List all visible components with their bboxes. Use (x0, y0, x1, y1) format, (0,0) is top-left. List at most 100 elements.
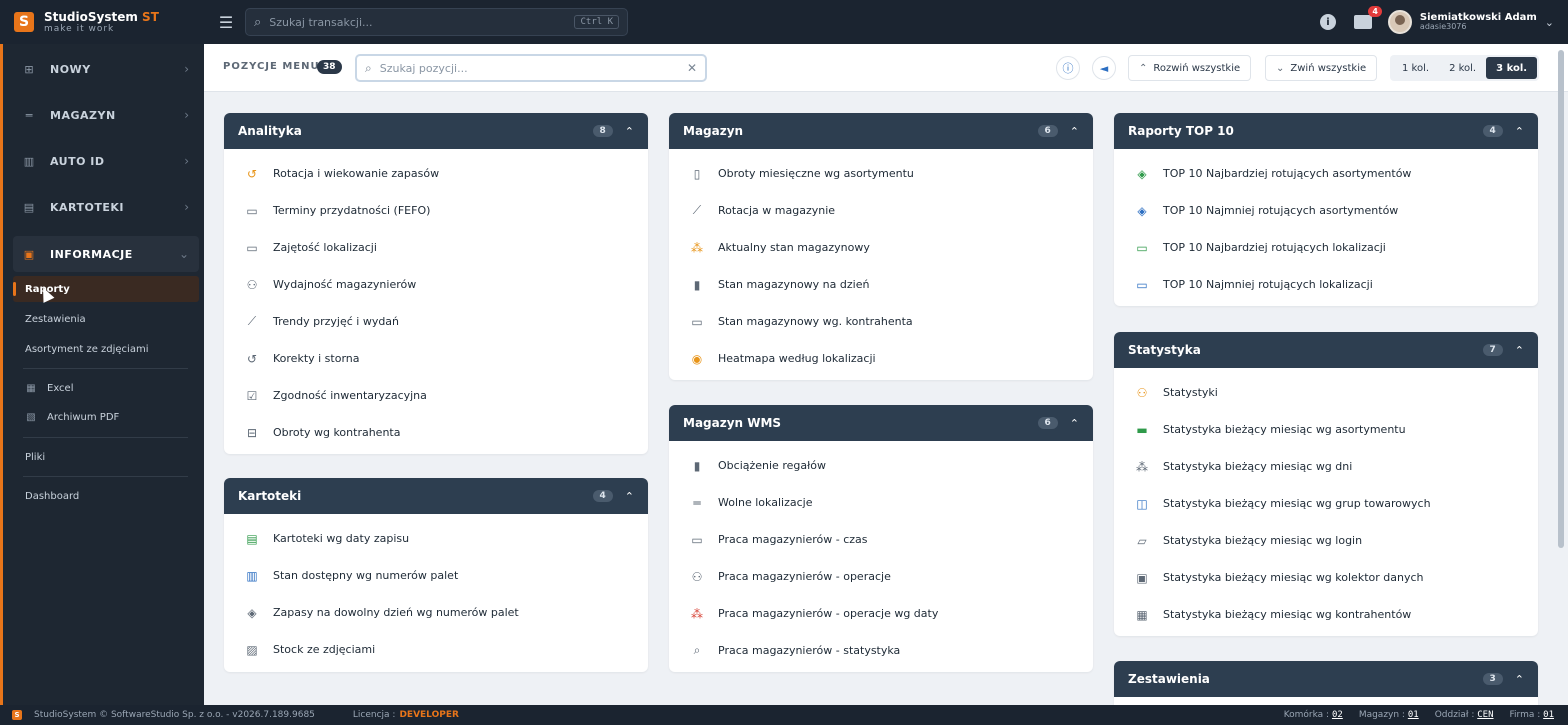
user-login: adasie3076 (1419, 22, 1467, 32)
list-item[interactable]: ▭ Terminy przydatności (FEFO) (224, 192, 648, 229)
card-header[interactable]: Kartoteki 4 ⌃ (224, 478, 648, 514)
sidebar-item-auto-id[interactable]: ▥ AUTO ID › (13, 143, 199, 179)
list-item[interactable]: ⁂ Statystyka bieżący miesiąc wg dni (1114, 448, 1538, 485)
list-item[interactable]: ◈ TOP 10 Najbardziej rotujących asortymen… (1114, 155, 1538, 192)
list-item[interactable]: ↺ Rotacja i wiekowanie zapasów (224, 155, 648, 192)
list-item[interactable]: ▭ Praca magazynierów - czas (669, 521, 1093, 558)
app-logo[interactable]: S StudioSystem ST make it work (0, 0, 204, 44)
table-icon: ▦ (1136, 607, 1148, 622)
card-header[interactable]: Magazyn 6 ⌃ (669, 113, 1093, 149)
position-search-input[interactable] (379, 61, 687, 75)
list-item[interactable]: ⚇ Statystyki (1114, 374, 1538, 411)
list-item[interactable]: ▮ Stan magazynowy na dzień (669, 266, 1093, 303)
list-item[interactable]: ◈ TOP 10 Najmniej rotujących asortymentów (1114, 192, 1538, 229)
card-magazyn: Magazyn 6 ⌃ ▯ Obroty miesięczne wg asorty… (669, 113, 1093, 380)
oddzial-value[interactable]: CEN (1477, 710, 1493, 720)
sidebar-subitem-excel[interactable]: ▦ Excel (13, 375, 199, 401)
list-item[interactable]: ◉ Heatmapa według lokalizacji (669, 340, 1093, 377)
top-bar: S StudioSystem ST make it work ☰ ⌕ Ctrl … (0, 0, 1568, 44)
list-item[interactable]: ▭ Stan magazynowy wg. kontrahenta (669, 303, 1093, 340)
list-item[interactable]: ⟋ Trendy przyjęć i wydań (224, 303, 648, 340)
info-icon[interactable]: i (1319, 14, 1336, 30)
chevron-right-icon: › (184, 154, 189, 168)
list-item[interactable]: ↺ Korekty i storna (224, 340, 648, 377)
sidebar-subitem-pliki[interactable]: Pliki (13, 444, 199, 470)
sidebar-subitem-archiwum-pdf[interactable]: ▧ Archiwum PDF (13, 404, 199, 430)
list-item[interactable]: ▨ Stock ze zdjęciami (224, 631, 648, 668)
card-header[interactable]: Raporty TOP 10 4 ⌃ (1114, 113, 1538, 149)
sound-button[interactable]: ◄ (1092, 56, 1116, 80)
card-header[interactable]: Statystyka 7 ⌃ (1114, 332, 1538, 368)
avatar[interactable] (1387, 10, 1412, 34)
chevron-up-icon[interactable]: ⌃ (625, 490, 634, 503)
list-item[interactable]: ⟋ Rotacja w magazynie (669, 192, 1093, 229)
logo-mark: S (14, 12, 34, 32)
list-item[interactable]: ▬ Statystyka bieżący miesiąc wg asortymen… (1114, 411, 1538, 448)
sidebar-subitem-asortyment[interactable]: Asortyment ze zdjęciami (13, 336, 199, 362)
sidebar-item-kartoteki[interactable]: ▤ KARTOTEKI › (13, 189, 199, 225)
status-bar: S StudioSystem © SoftwareStudio Sp. z o.… (0, 705, 1568, 725)
card-header[interactable]: Analityka 8 ⌃ (224, 113, 648, 149)
list-item[interactable]: ▮ Obciążenie regałów (669, 447, 1093, 484)
list-item[interactable]: ⌕ Praca magazynierów - statystyka (669, 632, 1093, 669)
chevron-up-icon[interactable]: ⌃ (625, 125, 634, 138)
list-item[interactable]: ═ Wolne lokalizacje (669, 484, 1093, 521)
list-item[interactable]: ⚇ Praca magazynierów - operacje (669, 558, 1093, 595)
list-item[interactable]: ⚇ Wydajność magazynierów (224, 266, 648, 303)
column-option-1[interactable]: 1 kol. (1392, 57, 1439, 79)
list-item[interactable]: ▣ Statystyka bieżący miesiąc wg kolektor … (1114, 559, 1538, 596)
scanner-icon: ▣ (1136, 570, 1148, 585)
list-item[interactable]: ⊟ Obroty wg kontrahenta (224, 414, 648, 451)
list-item[interactable]: ☑ Zgodność inwentaryzacyjna (224, 377, 648, 414)
chevron-up-icon[interactable]: ⌃ (1070, 417, 1079, 430)
expand-all-button[interactable]: ⌃ Rozwiń wszystkie (1128, 55, 1252, 81)
list-item[interactable]: ▯ Obroty miesięczne wg asortymentu (669, 155, 1093, 192)
list-item[interactable]: ▤ Kartoteki wg daty zapisu (224, 520, 648, 557)
list-item[interactable]: ◫ Statystyka bieżący miesiąc wg grup towa… (1114, 485, 1538, 522)
sidebar-item-magazyn[interactable]: ═ MAGAZYN › (13, 97, 199, 133)
mail-icon[interactable]: 4 (1353, 6, 1382, 29)
position-search[interactable]: ⌕ ✕ (355, 54, 707, 82)
license-label: Licencja : (352, 710, 396, 720)
list-item[interactable]: ▭ TOP 10 Najmniej rotujących lokalizacji (1114, 266, 1538, 303)
sidebar-toggle-icon[interactable]: ☰ (216, 12, 236, 32)
user-menu[interactable]: Siemiatkowski Adam adasie3076 (1420, 12, 1537, 32)
magazyn-value[interactable]: 01 (1408, 710, 1419, 720)
card-header[interactable]: Zestawienia 3 ⌃ (1114, 661, 1538, 697)
firma-value[interactable]: 01 (1543, 710, 1554, 720)
komorka-value[interactable]: 02 (1332, 710, 1343, 720)
sidebar-subitem-zestawienia[interactable]: Zestawienia (13, 306, 199, 332)
collapse-all-button[interactable]: ⌄ Zwiń wszystkie (1265, 55, 1378, 81)
layers-icon: ◈ (247, 605, 257, 620)
column-option-3[interactable]: 3 kol. (1486, 57, 1538, 79)
sidebar-subitem-dashboard[interactable]: Dashboard (13, 483, 199, 509)
sidebar-item-nowy[interactable]: ⊞ NOWY › (13, 51, 199, 87)
chevron-down-icon[interactable]: ⌄ (1545, 16, 1554, 29)
card-magazyn-wms: Magazyn WMS 6 ⌃ ▮ Obciążenie regałów ═ Wol… (669, 405, 1093, 672)
sidebar-item-informacje[interactable]: ▣ INFORMACJE ⌄ (13, 236, 199, 272)
transaction-search-input[interactable] (269, 15, 575, 29)
calendar-icon: ▭ (691, 314, 703, 329)
list-item[interactable]: ▭ TOP 10 Najbardziej rotujących lokalizac… (1114, 229, 1538, 266)
info-button[interactable]: ⓘ (1056, 56, 1080, 80)
list-item[interactable]: ◈ Zapasy na dowolny dzień wg numerów pale… (224, 594, 648, 631)
list-item[interactable]: ⁂ Aktualny stan magazynowy (669, 229, 1093, 266)
chevron-up-icon[interactable]: ⌃ (1070, 125, 1079, 138)
column-option-2[interactable]: 2 kol. (1439, 57, 1486, 79)
list-item[interactable]: ▦ Statystyka bieżący miesiąc wg kontrahen… (1114, 596, 1538, 633)
card-count: 7 (1482, 344, 1503, 356)
bar-chart-icon: ▮ (693, 458, 701, 473)
folder-open-icon: ▱ (1137, 533, 1147, 548)
info-circle-icon: ⓘ (1062, 62, 1074, 75)
list-item[interactable]: ⁂ Praca magazynierów - operacje wg daty (669, 595, 1093, 632)
transaction-search[interactable]: ⌕ Ctrl K (245, 8, 628, 36)
list-item[interactable]: ▥ Stan dostępny wg numerów palet (224, 557, 648, 594)
chevron-up-icon[interactable]: ⌃ (1515, 344, 1524, 357)
chevron-up-icon[interactable]: ⌃ (1515, 125, 1524, 138)
list-item[interactable]: ▭ Zajętość lokalizacji (224, 229, 648, 266)
chevron-up-icon[interactable]: ⌃ (1515, 673, 1524, 686)
scrollbar[interactable] (1558, 50, 1564, 548)
list-item[interactable]: ▱ Statystyka bieżący miesiąc wg login (1114, 522, 1538, 559)
close-icon[interactable]: ✕ (687, 61, 697, 75)
card-header[interactable]: Magazyn WMS 6 ⌃ (669, 405, 1093, 441)
